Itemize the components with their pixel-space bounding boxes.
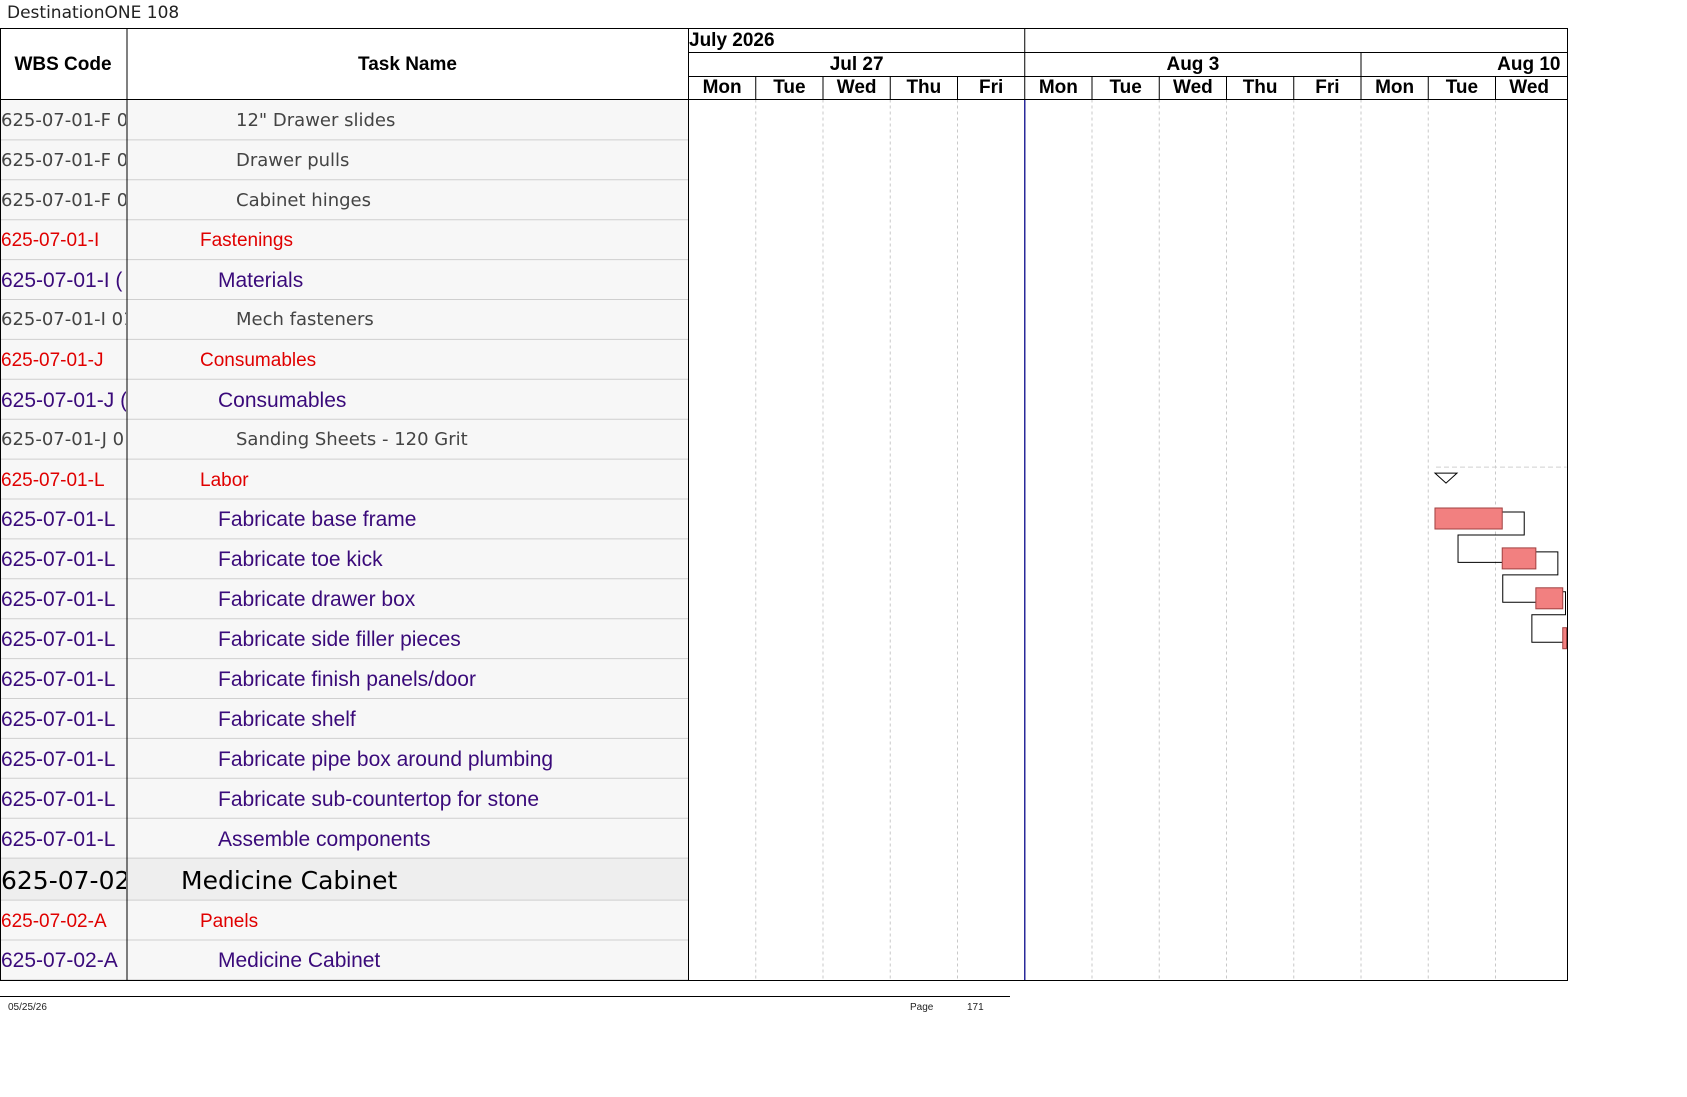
timeline-day-label: Thu — [906, 77, 942, 98]
footer-page-number: 171 — [967, 1002, 984, 1013]
timeline-day-label: Wed — [1509, 77, 1549, 98]
timeline-day-label: Thu — [1242, 77, 1278, 98]
task-name-cell: Materials — [218, 270, 304, 293]
task-name-cell: Medicine Cabinet — [218, 950, 381, 973]
task-name-cell: Labor — [200, 470, 249, 491]
wbs-code-cell: 625-07-01-L — [1, 509, 116, 532]
wbs-code-cell: 625-07-01-I 01 — [1, 311, 126, 331]
task-name-cell: Fastenings — [200, 231, 293, 252]
task-bar — [1501, 547, 1537, 570]
task-name-cell: Fabricate drawer box — [218, 589, 416, 612]
wbs-code-cell: 625-07-01-L — [1, 788, 116, 811]
wbs-code-cell: 625-07-01-L — [1, 708, 116, 731]
timeline-day-label: Fri — [978, 77, 1004, 98]
wbs-code-cell: 625-07-01-L — [1, 629, 116, 652]
task-name-cell: Fabricate finish panels/door — [218, 669, 476, 692]
task-name-cell: Assemble components — [218, 828, 431, 851]
wbs-column-header[interactable]: WBS Code — [0, 55, 126, 74]
task-column-header[interactable]: Task Name — [127, 55, 688, 74]
wbs-code-cell: 625-07-01-L — [1, 828, 116, 851]
wbs-code-cell: 625-07-01-J ( — [1, 389, 126, 412]
summary-task-marker — [1433, 472, 1459, 484]
wbs-code-cell: 625-07-01-L — [1, 589, 116, 612]
wbs-code-cell: 625-07-01-F 0 — [1, 111, 126, 131]
task-name-cell: Fabricate toe kick — [218, 549, 383, 572]
task-name-cell: Panels — [200, 911, 259, 932]
task-name-cell: Medicine Cabinet — [181, 867, 398, 895]
task-name-cell: Consumables — [200, 350, 317, 371]
task-bar — [1562, 627, 1567, 650]
task-name-cell: Fabricate pipe box around plumbing — [218, 748, 554, 771]
timeline-day-label: Fri — [1315, 77, 1340, 98]
task-name-cell: Fabricate side filler pieces — [218, 629, 461, 652]
wbs-code-cell: 625-07-01-J — [1, 350, 104, 371]
timeline-week-label: Aug 10 — [1497, 54, 1561, 75]
task-name-cell: Cabinet hinges — [236, 191, 371, 211]
timeline-day-label: Tue — [773, 77, 806, 98]
wbs-code-cell: 625-07-01-I — [1, 231, 100, 252]
wbs-code-cell: 625-07-01-I ( — [1, 270, 123, 293]
timeline-day-label: Wed — [1172, 77, 1213, 98]
wbs-code-cell: 625-07-01-F 0 — [1, 191, 126, 211]
wbs-code-cell: 625-07-02 — [1, 867, 126, 895]
wbs-code-cell: 625-07-02-A — [1, 911, 107, 932]
task-bar — [1434, 507, 1503, 530]
task-name-cell: 12" Drawer slides — [236, 111, 396, 131]
footer-page-label: Page — [910, 1002, 934, 1013]
wbs-code-cell: 625-07-01-L — [1, 748, 116, 771]
timeline-day-label: Mon — [702, 77, 742, 98]
footer-date: 05/25/26 — [8, 1002, 47, 1013]
timeline-day-label: Tue — [1109, 77, 1142, 98]
timeline-day-label: Tue — [1445, 77, 1479, 98]
timeline-day-label: Mon — [1038, 77, 1078, 98]
timeline-day-label: Wed — [836, 77, 877, 98]
wbs-code-cell: 625-07-02-A — [1, 950, 118, 973]
task-name-cell: Fabricate base frame — [218, 509, 417, 532]
wbs-code-cell: 625-07-01-J 01 — [1, 431, 126, 451]
task-name-cell: Sanding Sheets - 120 Grit — [236, 431, 468, 451]
task-name-cell: Mech fasteners — [236, 311, 374, 331]
task-name-cell: Consumables — [218, 389, 347, 412]
timeline-week-label: Jul 27 — [829, 54, 884, 75]
task-name-cell: Drawer pulls — [236, 151, 350, 171]
gantt-report-page: DestinationONE 108 WBS Code Task Name Ju… — [0, 0, 1568, 1020]
wbs-code-cell: 625-07-01-F 0 — [1, 151, 126, 171]
wbs-code-cell: 625-07-01-L — [1, 470, 105, 491]
task-bar — [1535, 587, 1564, 610]
timeline-week-label: Aug 3 — [1166, 54, 1220, 75]
task-name-cell: Fabricate sub-countertop for stone — [218, 788, 540, 811]
timeline-day-label: Mon — [1375, 77, 1415, 98]
wbs-code-cell: 625-07-01-L — [1, 669, 116, 692]
wbs-code-cell: 625-07-01-L — [1, 549, 116, 572]
task-name-cell: Fabricate shelf — [218, 708, 356, 731]
timeline-month-label: July 2026 — [689, 30, 775, 51]
